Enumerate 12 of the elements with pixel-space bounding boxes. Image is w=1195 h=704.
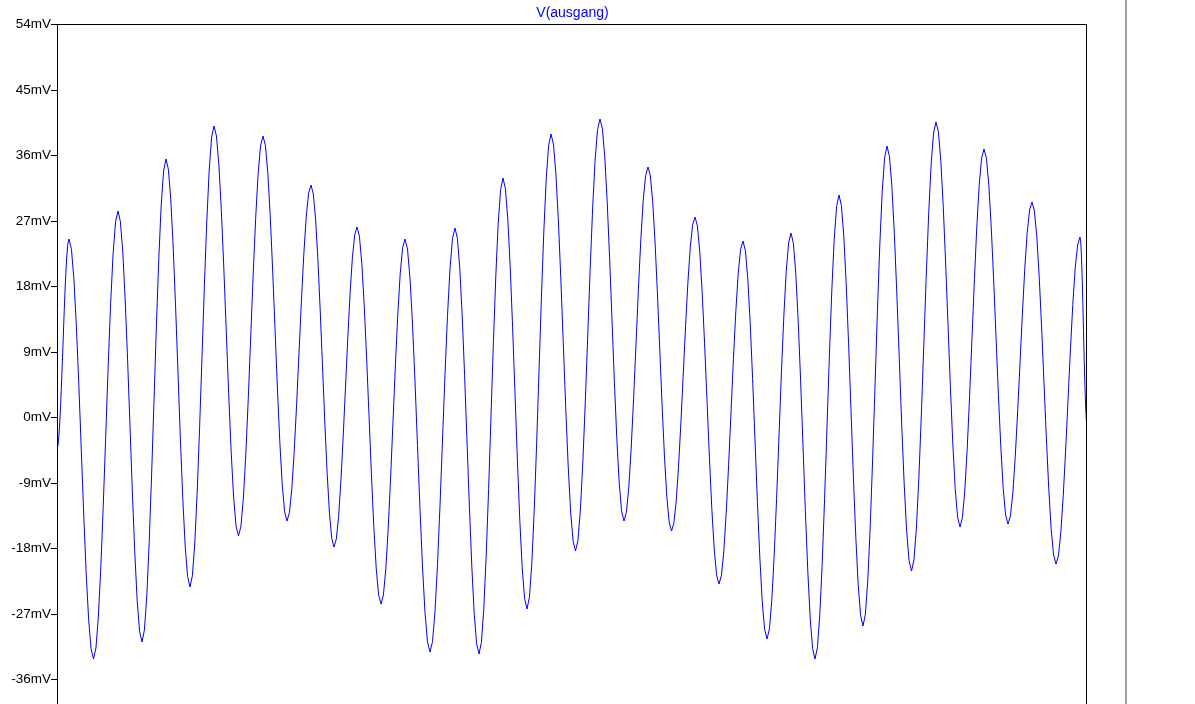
y-tick-label: 18mV <box>15 278 51 294</box>
y-tick-label: 27mV <box>15 212 51 229</box>
trace-title: V(ausgang) <box>536 3 609 22</box>
y-tick-label: 36mV <box>15 147 51 163</box>
y-tick-label: 9mV <box>23 343 51 360</box>
y-tick-label: -27mV <box>11 605 51 622</box>
y-tick-label: -18mV <box>11 540 51 556</box>
y-tick-label: 0mV <box>23 409 51 425</box>
y-tick-label: -36mV <box>11 671 51 687</box>
y-tick-label: 45mV <box>15 81 51 98</box>
y-tick-label: 54mV <box>15 16 51 32</box>
y-tick-label: -9mV <box>18 474 51 491</box>
